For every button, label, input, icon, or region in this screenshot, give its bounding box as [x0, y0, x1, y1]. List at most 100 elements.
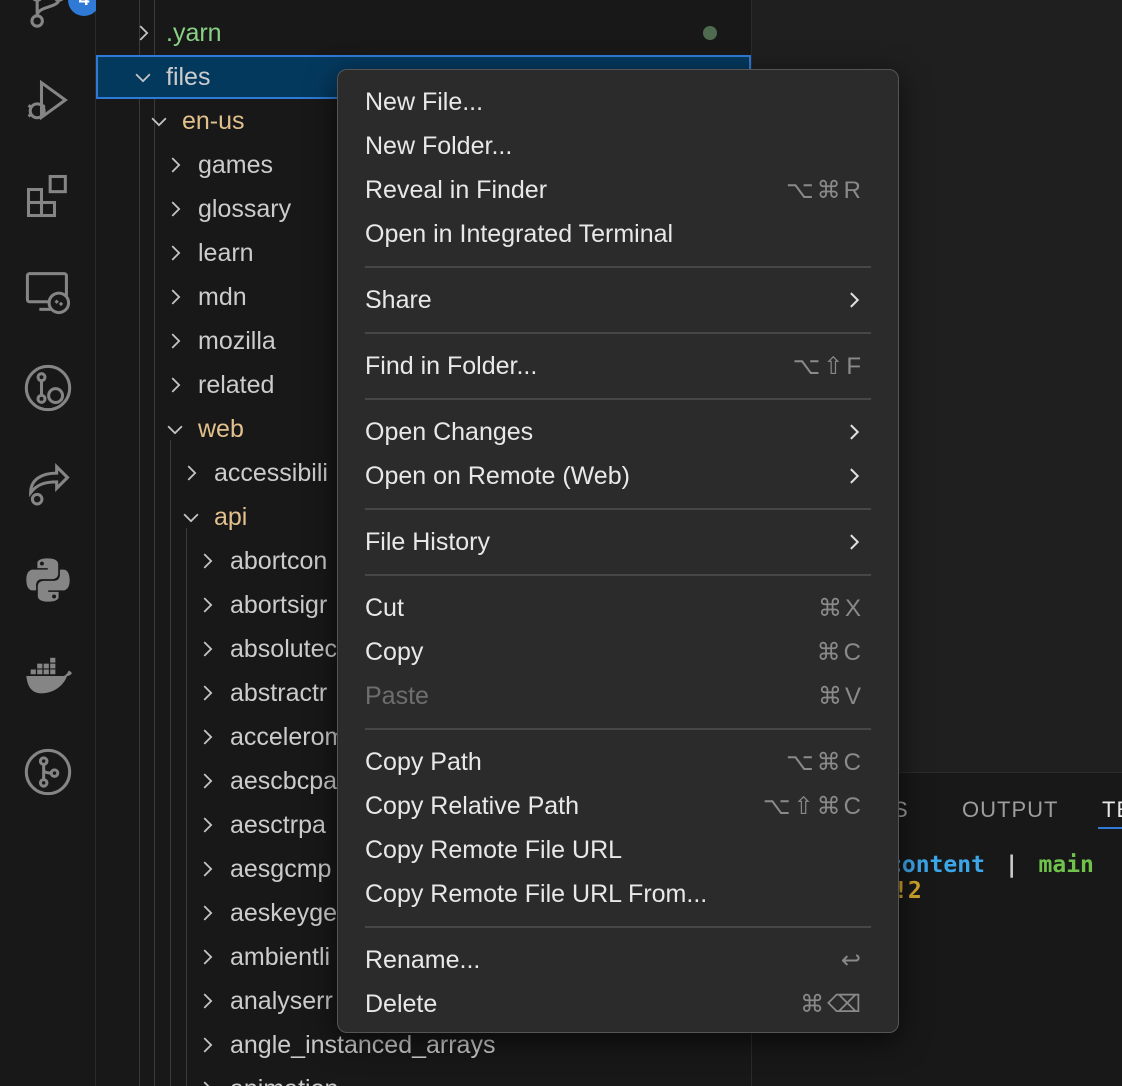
chevron-right-icon[interactable] — [196, 902, 218, 924]
menu-item-label: Paste — [365, 681, 429, 710]
active-tab-underline — [1098, 827, 1122, 829]
modified-dot-icon — [703, 26, 717, 40]
tree-item-label: games — [198, 150, 274, 179]
menu-item-shortcut: ↩ — [840, 946, 864, 974]
menu-item-delete[interactable]: Delete ⌘⌫ — [338, 982, 898, 1026]
chevron-right-icon[interactable] — [132, 22, 154, 44]
live-share-icon[interactable] — [20, 456, 76, 512]
menu-item-label: Delete — [365, 989, 438, 1018]
chevron-right-icon[interactable] — [196, 682, 218, 704]
chevron-right-icon[interactable] — [196, 638, 218, 660]
tree-item-label: animation — [230, 1075, 338, 1086]
chevron-right-icon[interactable] — [196, 1034, 218, 1056]
menu-separator — [365, 398, 871, 400]
menu-item-copy[interactable]: Copy ⌘C — [338, 630, 898, 674]
tree-item-label: abortsigr — [230, 590, 328, 619]
activity-bar: 4 — [0, 0, 100, 1086]
chevron-right-icon[interactable] — [196, 770, 218, 792]
tree-item-label: glossary — [198, 194, 292, 223]
menu-item-new-file[interactable]: New File... — [338, 80, 898, 124]
menu-item-open-changes[interactable]: Open Changes — [338, 410, 898, 454]
menu-item-reveal-in-finder[interactable]: Reveal in Finder ⌥⌘R — [338, 168, 898, 212]
tree-item-label: analyserr — [230, 986, 333, 1015]
tree-item-label: aeskeyge — [230, 898, 338, 927]
tree-item-label: aesgcmp — [230, 854, 332, 883]
chevron-right-icon[interactable] — [196, 1078, 218, 1086]
menu-item-rename[interactable]: Rename... ↩ — [338, 938, 898, 982]
tree-item-label: absolutec — [230, 634, 338, 663]
tree-item-label: ambientli — [230, 942, 331, 971]
chevron-right-icon[interactable] — [196, 990, 218, 1012]
chevron-right-icon[interactable] — [196, 946, 218, 968]
tree-item-label: accelerom — [230, 722, 346, 751]
tab-terminal[interactable]: TE — [1102, 797, 1122, 823]
chevron-right-icon[interactable] — [164, 154, 186, 176]
tree-item-label: related — [198, 370, 275, 399]
chevron-down-icon[interactable] — [180, 506, 202, 528]
menu-separator — [365, 508, 871, 510]
menu-item-label: Rename... — [365, 945, 481, 974]
chevron-right-icon[interactable] — [180, 462, 202, 484]
chevron-right-icon[interactable] — [164, 374, 186, 396]
tree-item[interactable]: animation — [96, 1067, 751, 1086]
terminal-prompt[interactable]: content | main !2 — [888, 852, 1122, 904]
menu-item-shortcut: ⌘X — [817, 594, 864, 622]
chevron-down-icon[interactable] — [148, 110, 170, 132]
chevron-right-icon[interactable] — [196, 726, 218, 748]
chevron-right-icon[interactable] — [164, 286, 186, 308]
extensions-icon[interactable] — [20, 168, 76, 224]
python-icon[interactable] — [20, 552, 76, 608]
remote-explorer-icon[interactable] — [20, 264, 76, 320]
chevron-down-icon[interactable] — [132, 66, 154, 88]
tab-output[interactable]: OUTPUT — [962, 797, 1058, 823]
docker-icon[interactable] — [20, 648, 76, 704]
chevron-down-icon[interactable] — [164, 418, 186, 440]
chevron-right-icon[interactable] — [164, 198, 186, 220]
chevron-right-icon[interactable] — [164, 330, 186, 352]
menu-item-copy-path[interactable]: Copy Path ⌥⌘C — [338, 740, 898, 784]
tree-item-label: api — [214, 502, 248, 531]
chevron-right-icon — [844, 290, 864, 310]
menu-item-shortcut: ⌘V — [817, 682, 864, 710]
chevron-right-icon — [844, 532, 864, 552]
chevron-right-icon — [844, 466, 864, 486]
menu-item-label: Open Changes — [365, 417, 534, 446]
git-graph-icon[interactable] — [20, 360, 76, 416]
menu-item-copy-relative-path[interactable]: Copy Relative Path ⌥⇧⌘C — [338, 784, 898, 828]
menu-item-label: File History — [365, 527, 491, 556]
menu-item-copy-remote-file-url[interactable]: Copy Remote File URL — [338, 828, 898, 872]
tree-item-label: angle_instanced_arrays — [230, 1030, 496, 1059]
menu-item-shortcut: ⌥⌘C — [786, 748, 864, 776]
menu-item-file-history[interactable]: File History — [338, 520, 898, 564]
menu-item-new-folder[interactable]: New Folder... — [338, 124, 898, 168]
context-menu: New File... New Folder... Reveal in Finder… — [337, 69, 899, 1033]
menu-item-open-on-remote-web[interactable]: Open on Remote (Web) — [338, 454, 898, 498]
menu-item-find-in-folder[interactable]: Find in Folder... ⌥⇧F — [338, 344, 898, 388]
menu-item-open-in-integrated-terminal[interactable]: Open in Integrated Terminal — [338, 212, 898, 256]
menu-item-cut[interactable]: Cut ⌘X — [338, 586, 898, 630]
menu-item-label: Copy Remote File URL From... — [365, 879, 708, 908]
tree-item-label: abstractr — [230, 678, 328, 707]
chevron-right-icon[interactable] — [196, 814, 218, 836]
menu-item-label: Reveal in Finder — [365, 175, 548, 204]
tree-item[interactable]: .yarn — [96, 11, 751, 55]
menu-separator — [365, 728, 871, 730]
menu-item-share[interactable]: Share — [338, 278, 898, 322]
run-debug-icon[interactable] — [20, 72, 76, 128]
menu-separator — [365, 926, 871, 928]
menu-item-label: New File... — [365, 87, 484, 116]
chevron-right-icon[interactable] — [196, 594, 218, 616]
tree-item-label: abortcon — [230, 546, 328, 575]
source-control-icon[interactable]: 4 — [20, 0, 100, 36]
chevron-right-icon[interactable] — [164, 242, 186, 264]
menu-item-copy-remote-file-url-from[interactable]: Copy Remote File URL From... — [338, 872, 898, 916]
menu-item-shortcut: ⌘C — [816, 638, 864, 666]
tree-item-label: mozilla — [198, 326, 276, 355]
chevron-right-icon[interactable] — [196, 550, 218, 572]
tree-item-label: .yarn — [166, 18, 222, 47]
menu-item-shortcut: ⌘⌫ — [800, 990, 864, 1018]
git-branch-icon[interactable] — [20, 744, 76, 800]
menu-item-shortcut: ⌥⇧F — [792, 352, 864, 380]
chevron-right-icon[interactable] — [196, 858, 218, 880]
menu-item-paste: Paste ⌘V — [338, 674, 898, 718]
